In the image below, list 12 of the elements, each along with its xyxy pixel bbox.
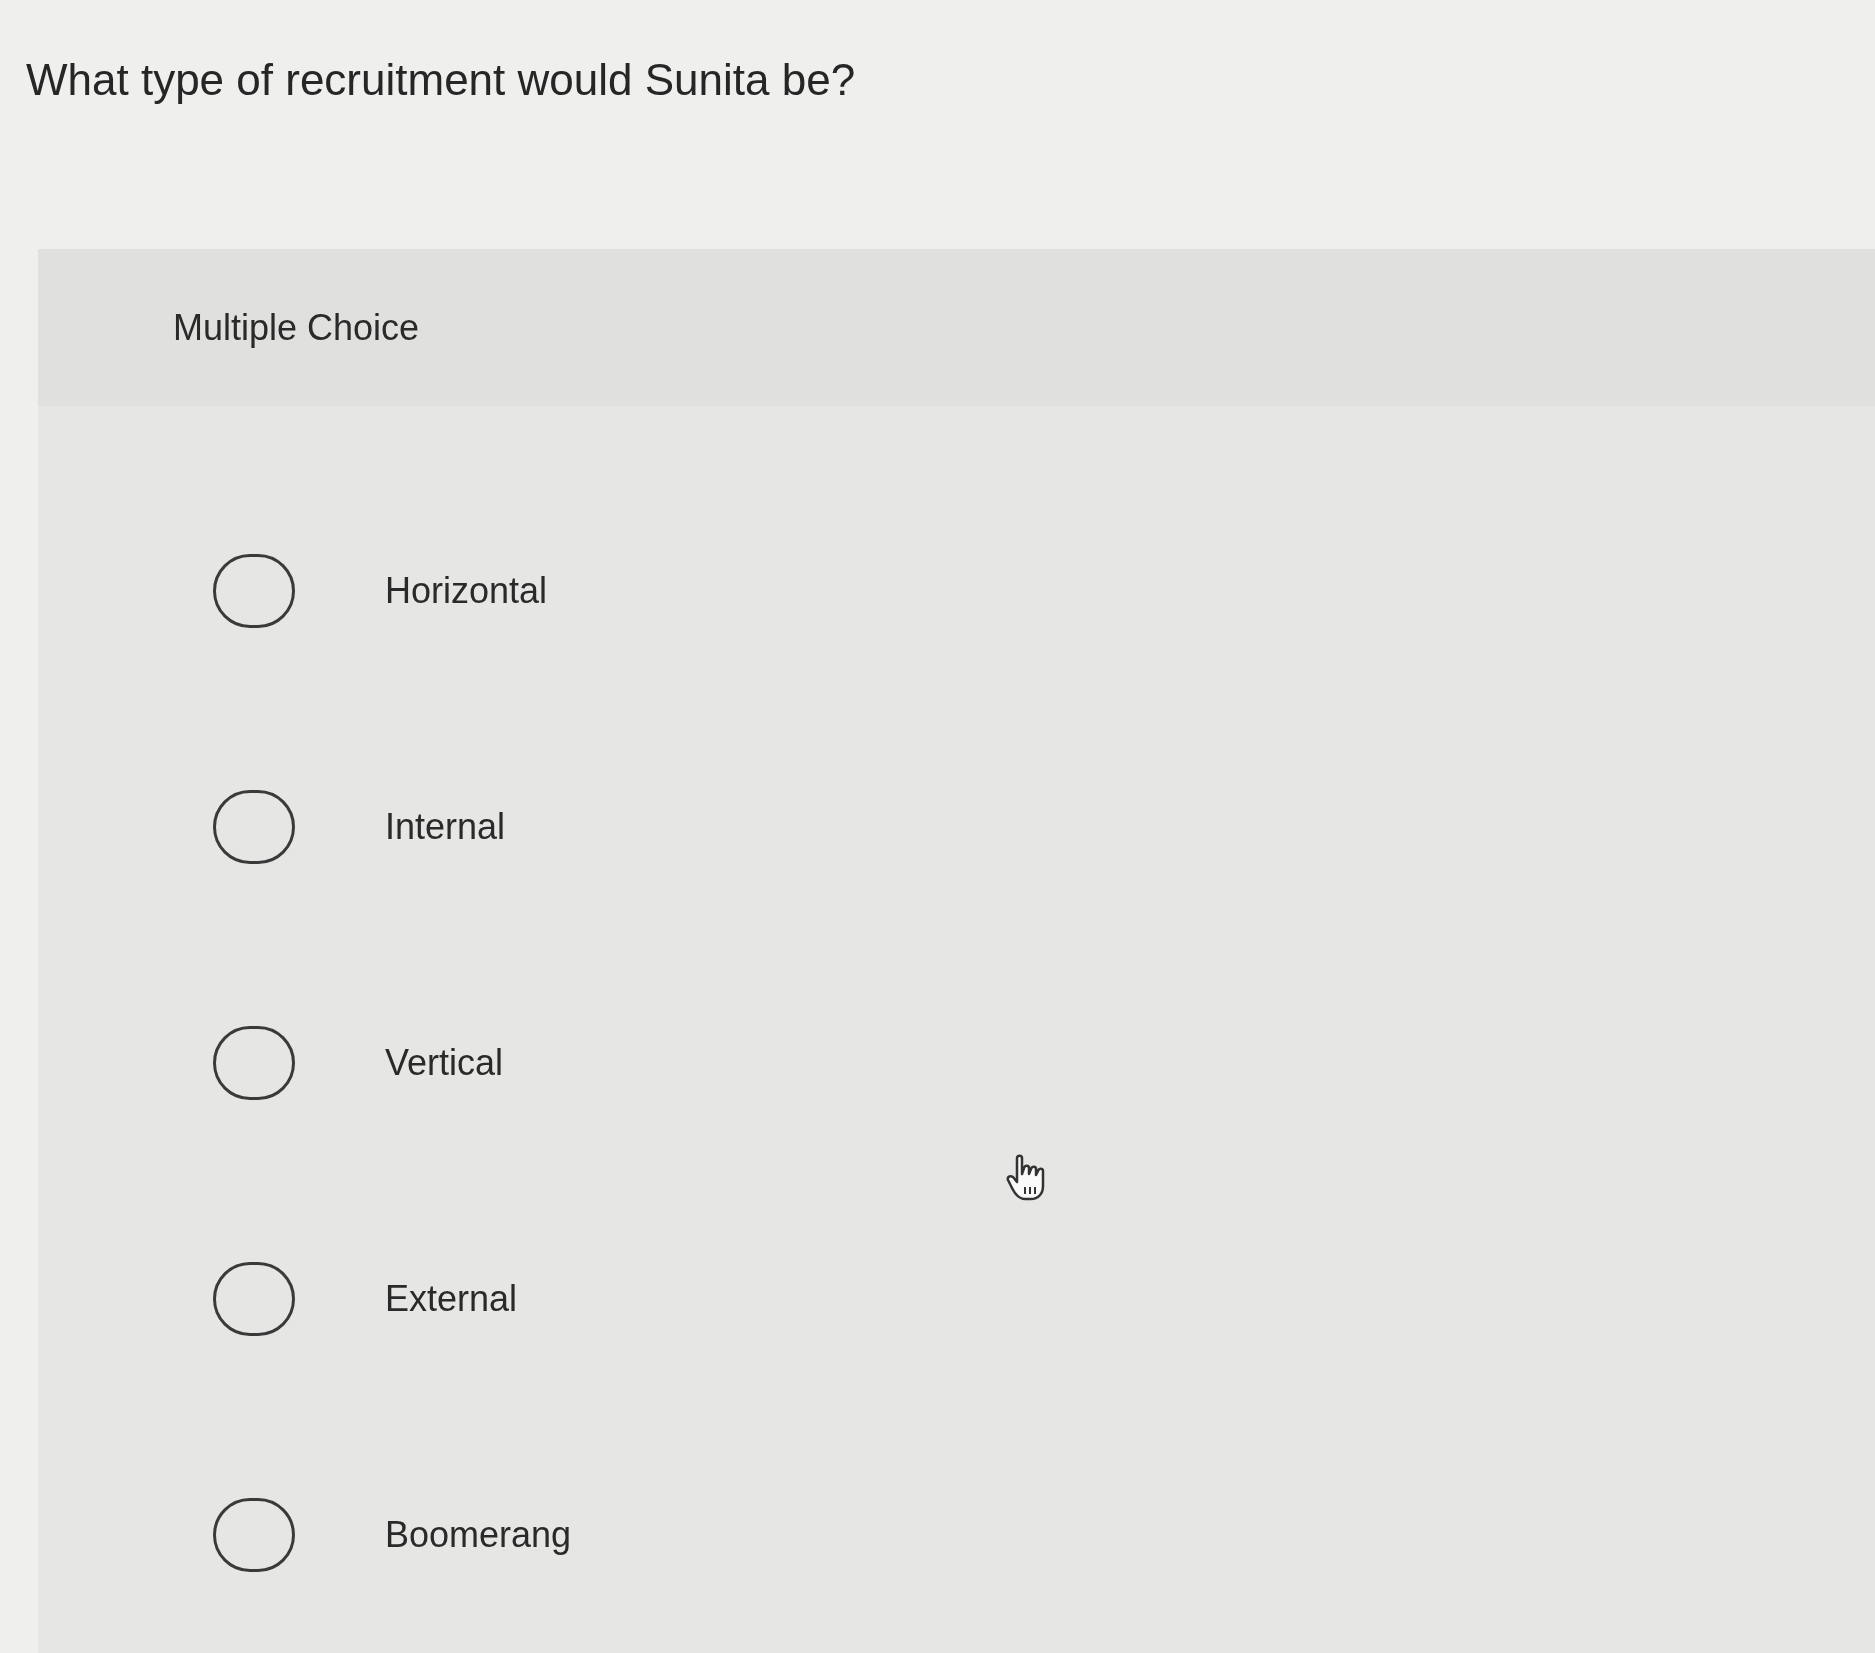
radio-button[interactable] xyxy=(213,1026,295,1100)
question-text: What type of recruitment would Sunita be? xyxy=(26,54,856,106)
option-label[interactable]: External xyxy=(385,1272,518,1326)
option-label[interactable]: Horizontal xyxy=(385,564,548,618)
radio-button[interactable] xyxy=(213,554,295,628)
radio-button[interactable] xyxy=(213,1498,295,1572)
question-type-label: Multiple Choice xyxy=(173,305,420,350)
radio-button[interactable] xyxy=(213,790,295,864)
radio-button[interactable] xyxy=(213,1262,295,1336)
option-label[interactable]: Vertical xyxy=(385,1036,504,1090)
option-label[interactable]: Internal xyxy=(385,800,506,854)
option-label[interactable]: Boomerang xyxy=(385,1508,572,1562)
